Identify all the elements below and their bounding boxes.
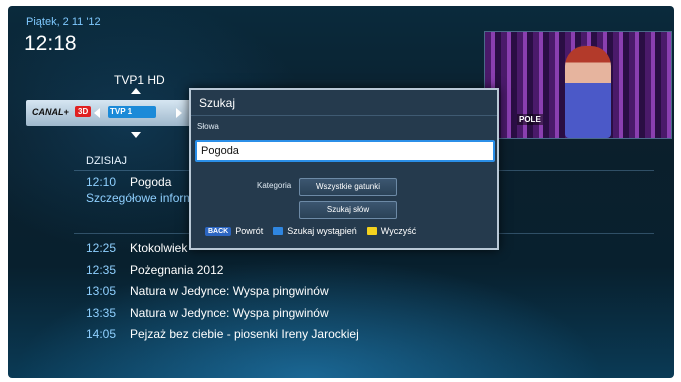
channel-name: TVP1 HD bbox=[114, 73, 165, 87]
canal-plus-logo: CANAL+ bbox=[32, 107, 69, 117]
dialog-divider bbox=[191, 115, 497, 116]
search-dialog: Szukaj Słowa Kategoria Wszystkie gatunki… bbox=[189, 88, 499, 250]
list-item-time: 13:35 bbox=[86, 306, 117, 320]
words-label: Słowa bbox=[197, 122, 219, 131]
search-words-button[interactable]: Szukaj słów bbox=[299, 201, 397, 219]
preview-channel-logo: POLE bbox=[517, 114, 543, 125]
list-item-title[interactable]: Natura w Jedynce: Wyspa pingwinów bbox=[130, 306, 329, 320]
list-item-title[interactable]: Natura w Jedynce: Wyspa pingwinów bbox=[130, 284, 329, 298]
next-channel-icon[interactable] bbox=[176, 108, 182, 118]
previous-channel-icon[interactable] bbox=[94, 108, 100, 118]
dialog-footer: BACK Powrót Szukaj wystąpień Wyczyść bbox=[205, 224, 416, 238]
back-key-icon[interactable]: BACK bbox=[205, 226, 232, 236]
yellow-key-icon[interactable] bbox=[366, 227, 377, 235]
list-item-title[interactable]: Pejzaż bez ciebie - piosenki Ireny Jaroc… bbox=[130, 327, 359, 341]
tvp1-logo[interactable]: TVP 1 bbox=[108, 106, 156, 118]
list-item-time: 13:05 bbox=[86, 284, 117, 298]
channel-up-icon[interactable] bbox=[131, 88, 141, 94]
canal-3d-badge: 3D bbox=[75, 106, 92, 117]
selected-program-description: Szczegółowe inform bbox=[86, 191, 194, 205]
blue-key-icon[interactable] bbox=[273, 227, 284, 235]
list-item-time: 12:35 bbox=[86, 263, 117, 277]
category-label: Kategoria bbox=[257, 181, 292, 190]
date-label: Piątek, 2 11 '12 bbox=[26, 16, 101, 28]
list-item-title[interactable]: Ktokolwiek bbox=[130, 241, 187, 255]
list-item-title[interactable]: Pożegnania 2012 bbox=[130, 263, 223, 277]
search-occurrences-label: Szukaj wystąpień bbox=[287, 226, 357, 236]
clear-label: Wyczyść bbox=[380, 226, 417, 236]
list-item-time: 12:25 bbox=[86, 241, 117, 255]
channel-down-icon[interactable] bbox=[131, 132, 141, 138]
dialog-title: Szukaj bbox=[199, 96, 236, 110]
list-item-time: 14:05 bbox=[86, 327, 117, 341]
search-input[interactable] bbox=[195, 140, 495, 162]
live-preview: POLE bbox=[484, 31, 672, 139]
selected-program-time: 12:10 bbox=[86, 175, 117, 189]
day-label: DZISIAJ bbox=[86, 155, 127, 167]
category-select-button[interactable]: Wszystkie gatunki bbox=[299, 178, 397, 196]
singer-image bbox=[565, 46, 611, 138]
back-label: Powrót bbox=[235, 226, 264, 236]
clock: 12:18 bbox=[24, 32, 77, 55]
selected-program-title[interactable]: Pogoda bbox=[130, 175, 171, 189]
